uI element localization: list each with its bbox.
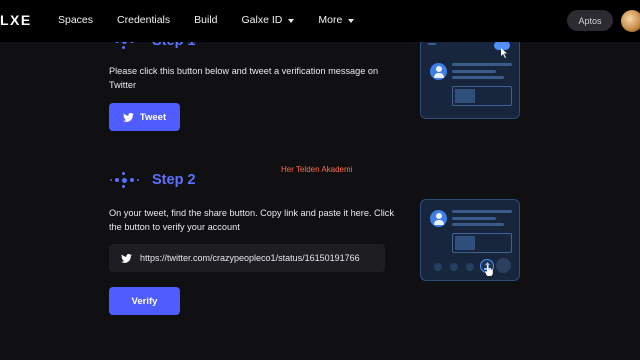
- step-dots-icon: [110, 169, 144, 191]
- verify-button[interactable]: Verify: [109, 287, 180, 315]
- nav-item-label: Galxe ID: [241, 14, 283, 26]
- nav-item-label: Spaces: [58, 14, 94, 26]
- nav-item-galxe-id[interactable]: Galxe ID: [242, 14, 295, 26]
- chevron-down-icon: [288, 18, 295, 23]
- nav-item-spaces[interactable]: Spaces: [58, 14, 93, 26]
- step2-description: On your tweet, find the share button. Co…: [109, 208, 394, 232]
- step1-illustration: [420, 37, 520, 119]
- nav-item-label: Credentials: [117, 14, 171, 26]
- chain-selector-button[interactable]: Aptos: [567, 10, 613, 31]
- avatar-icon: [430, 63, 447, 80]
- tweet-link-input[interactable]: https://twitter.com/crazypeopleco1/statu…: [109, 244, 385, 272]
- step2-heading: Step 2: [110, 169, 196, 191]
- nav-item-label: Build: [194, 14, 218, 26]
- nav-item-credentials[interactable]: Credentials: [117, 14, 170, 26]
- more-icon: [496, 258, 511, 273]
- main-nav: Spaces Credentials Build Galxe ID More: [58, 14, 378, 26]
- step1-description: Please click this button below and tweet…: [109, 66, 379, 90]
- tweet-link-value: https://twitter.com/crazypeopleco1/statu…: [140, 253, 360, 263]
- watermark-text: Her Telden Akademi: [281, 165, 353, 174]
- tweet-button[interactable]: Tweet: [109, 103, 180, 131]
- twitter-icon: [121, 253, 132, 263]
- chevron-down-icon: [348, 18, 355, 23]
- nav-item-label: More: [318, 14, 343, 26]
- cursor-icon: [501, 48, 507, 58]
- galxe-logo[interactable]: LXE: [0, 12, 32, 28]
- verify-button-label: Verify: [131, 295, 158, 307]
- back-arrow-icon: [428, 43, 436, 45]
- user-avatar[interactable]: [621, 10, 640, 32]
- nav-item-build[interactable]: Build: [194, 14, 217, 26]
- tweet-button-label: Tweet: [139, 111, 167, 123]
- hand-cursor-icon: [485, 265, 493, 276]
- step2-title: Step 2: [152, 172, 196, 188]
- step2-illustration: [420, 199, 520, 281]
- top-navigation-bar: LXE Spaces Credentials Build Galxe ID Mo…: [0, 0, 640, 42]
- nav-item-more[interactable]: More: [318, 14, 355, 26]
- twitter-icon: [122, 112, 134, 122]
- avatar-icon: [430, 210, 447, 227]
